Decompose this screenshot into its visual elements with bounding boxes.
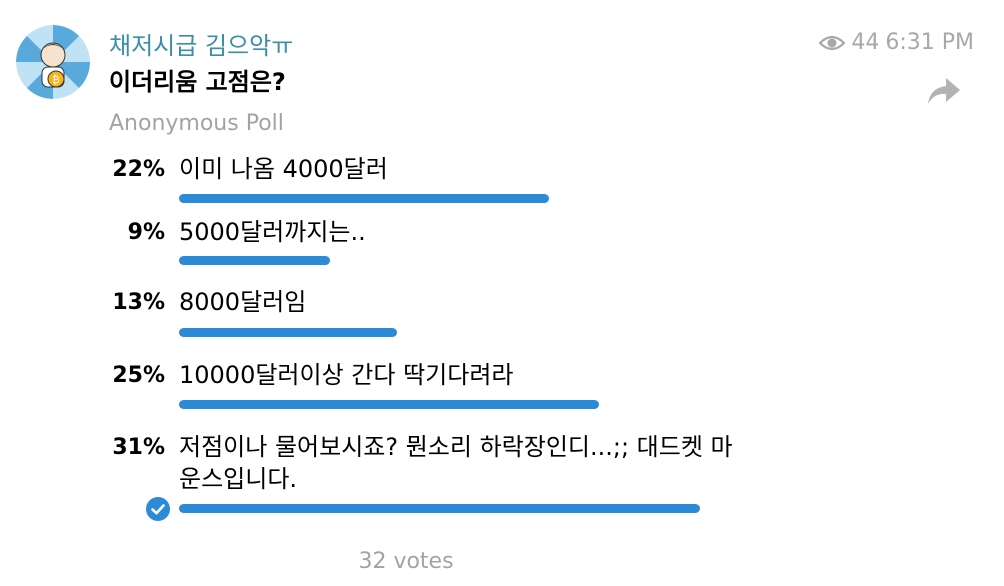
vote-count[interactable]: 32 votes [0,549,812,574]
option-percent: 13% [112,290,165,315]
option-result-bar [179,194,549,203]
eye-icon [819,35,846,50]
share-icon[interactable] [926,76,962,106]
option-percent: 31% [112,435,165,460]
option-result-bar [179,400,599,409]
option-percent: 22% [112,157,165,182]
svg-text:₿: ₿ [52,74,59,86]
option-text: 저점이나 물어보시죠? 뭔소리 하락장인디...;; 대드켓 마운스입니다. [179,433,733,493]
option-result-bar [179,328,397,337]
view-count: 44 [851,30,880,55]
option-result-bar [179,504,700,513]
option-text: 8000달러임 [179,288,307,316]
message-time: 6:31 PM [885,30,974,55]
check-icon [146,497,170,521]
message-meta: 44 6:31 PM [819,30,974,55]
poll-question: 이더리움 고점은? [109,68,286,96]
option-percent: 9% [127,220,165,245]
option-text: 5000달러까지는.. [179,218,366,246]
option-result-bar [179,256,330,265]
avatar[interactable]: ₿ [16,25,90,99]
option-text: 10000달러이상 간다 딱기다려라 [179,361,514,389]
sender-name[interactable]: 채저시급 김으악ㅠ [109,26,293,61]
option-percent: 25% [112,363,165,388]
option-text: 이미 나옴 4000달러 [179,155,388,183]
poll-type-label: Anonymous Poll [109,111,284,136]
